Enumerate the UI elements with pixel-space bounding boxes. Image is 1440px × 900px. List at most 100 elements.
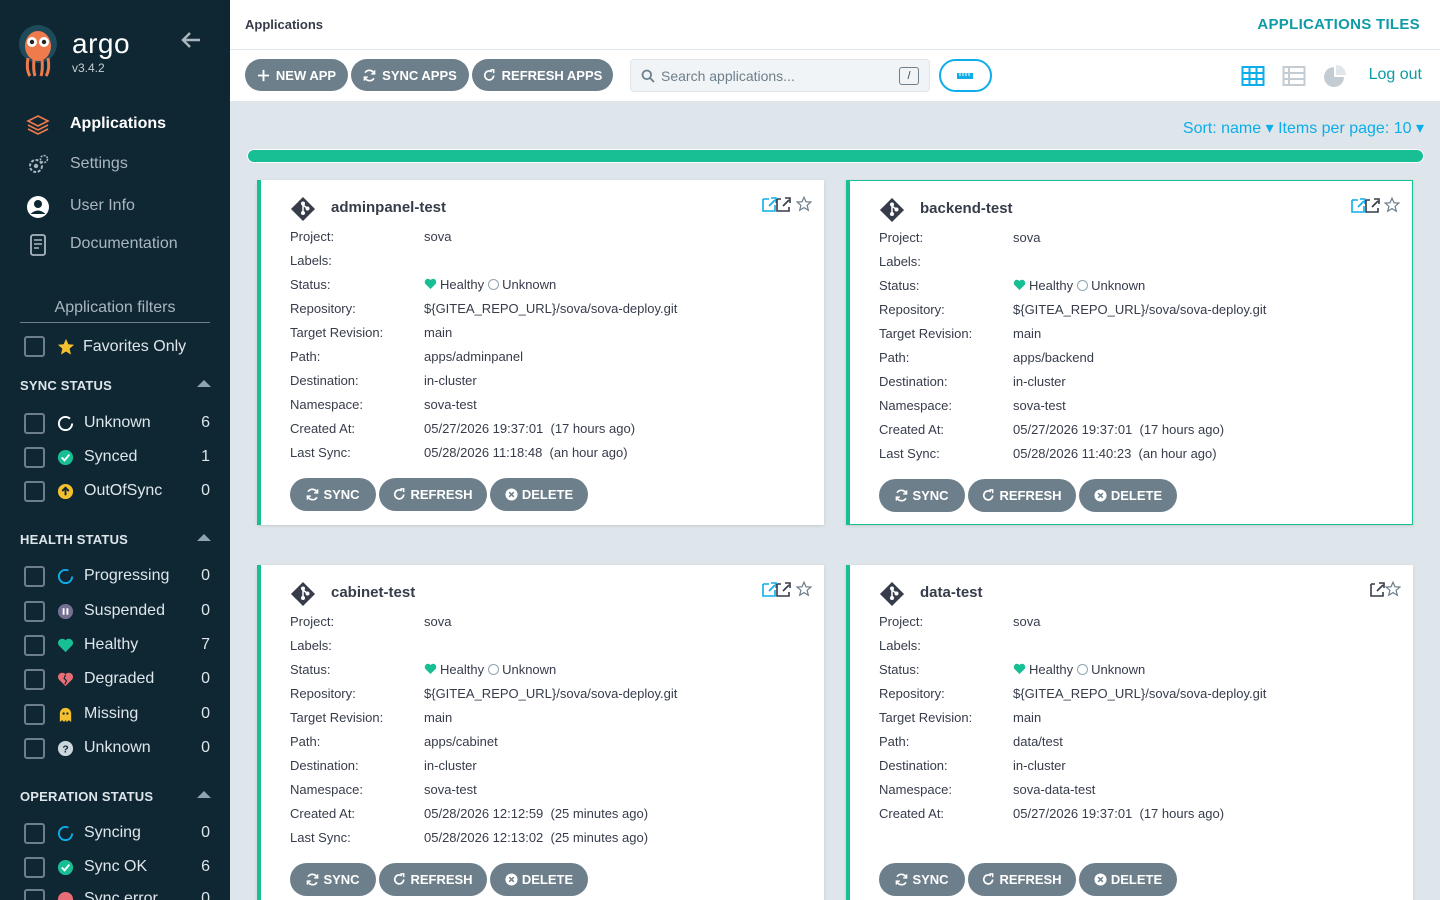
refresh-button[interactable]: REFRESH — [968, 479, 1076, 512]
sync-button[interactable]: SYNC — [879, 863, 965, 896]
filter-checkbox[interactable] — [24, 888, 45, 900]
refresh-button[interactable]: REFRESH — [968, 863, 1076, 896]
app-tile[interactable]: cabinet-test Project: sova Labels: Status: He… — [257, 565, 824, 900]
field-value: 05/27/2026 19:37:01 (17 hours ago) — [424, 421, 636, 436]
filter-checkbox[interactable] — [24, 446, 45, 468]
nav-item-applications[interactable]: Applications — [0, 104, 230, 144]
app-tile[interactable]: adminpanel-test Project: sova Labels: Status… — [257, 180, 824, 525]
field-label: Destination: — [290, 758, 359, 773]
items-per-page-dropdown[interactable]: Items per page: 10 ▾ — [1278, 120, 1424, 137]
app-field-project: Project: sova — [879, 228, 1399, 248]
collapse-sidebar-icon[interactable] — [180, 30, 202, 50]
app-field-target-revision: Target Revision: main — [879, 324, 1399, 344]
field-label: Path: — [879, 350, 910, 365]
field-label: Last Sync: — [290, 830, 351, 845]
sort-dropdown[interactable]: Sort: name ▾ — [1183, 120, 1274, 137]
app-name[interactable]: backend-test — [920, 200, 1013, 217]
filter-checkbox[interactable] — [24, 703, 45, 725]
filter-label: Healthy — [84, 636, 139, 653]
field-value: 05/27/2026 19:37:01 (17 hours ago) — [1013, 806, 1225, 821]
delete-button[interactable]: DELETE — [490, 863, 588, 896]
filter-op-sync-ok[interactable]: Sync OK 6 — [24, 855, 210, 879]
sync-button[interactable]: SYNC — [290, 478, 376, 511]
filter-health-degraded[interactable]: Degraded 0 — [24, 667, 210, 691]
favorite-star-icon[interactable] — [796, 581, 812, 597]
filter-health-progressing[interactable]: Progressing 0 — [24, 564, 210, 588]
search-shortcut-hint: / — [899, 67, 919, 85]
page-title: APPLICATIONS TILES — [1257, 16, 1420, 33]
external-link-icon[interactable] — [761, 196, 791, 214]
app-tile[interactable]: backend-test Project: sova Labels: Status: He… — [846, 180, 1413, 525]
filter-op-sync-error[interactable]: Sync error 0 — [24, 887, 210, 900]
pie-chart-view-icon[interactable] — [1323, 64, 1347, 88]
nav-item-documentation[interactable]: Documentation — [0, 224, 230, 264]
filter-sync-synced[interactable]: Synced 1 — [24, 445, 210, 469]
refresh-apps-button[interactable]: REFRESH APPS — [472, 59, 613, 91]
filter-toggle-button[interactable] — [939, 59, 992, 92]
heart-icon — [424, 278, 437, 290]
sync-button[interactable]: SYNC — [290, 863, 376, 896]
filter-checkbox[interactable] — [24, 737, 45, 759]
new-app-button[interactable]: NEW APP — [245, 59, 348, 91]
app-name[interactable]: cabinet-test — [331, 584, 415, 601]
svg-text:?: ? — [62, 744, 68, 755]
breadcrumb[interactable]: Applications — [245, 17, 323, 32]
health-status-collapse-icon[interactable] — [197, 534, 211, 541]
field-value: Healthy Unknown — [424, 277, 556, 292]
favorite-star-icon[interactable] — [796, 196, 812, 212]
filter-health-suspended[interactable]: Suspended 0 — [24, 599, 210, 623]
filter-checkbox[interactable] — [24, 565, 45, 587]
filter-checkbox[interactable] — [24, 480, 45, 502]
favorite-star-icon[interactable] — [1384, 197, 1400, 213]
filter-checkbox[interactable] — [24, 600, 45, 622]
sync-apps-button[interactable]: SYNC APPS — [351, 59, 469, 91]
app-name[interactable]: adminpanel-test — [331, 199, 446, 216]
filter-count: 7 — [201, 636, 210, 653]
git-icon — [290, 196, 316, 222]
favorites-checkbox[interactable] — [24, 336, 45, 357]
sync-status-collapse-icon[interactable] — [197, 380, 211, 387]
external-link-icon[interactable] — [761, 581, 791, 599]
filter-health-missing[interactable]: Missing 0 — [24, 702, 210, 726]
field-label: Target Revision: — [290, 325, 384, 340]
filter-checkbox[interactable] — [24, 856, 45, 878]
error-circle-icon — [57, 891, 74, 900]
search-input[interactable] — [661, 64, 891, 88]
logout-link[interactable]: Log out — [1369, 66, 1422, 84]
filter-checkbox[interactable] — [24, 412, 45, 434]
operation-status-collapse-icon[interactable] — [197, 791, 211, 798]
ghost-icon — [59, 707, 72, 722]
filter-sync-outofsync[interactable]: OutOfSync 0 — [24, 479, 210, 503]
field-label: Project: — [879, 230, 924, 245]
delete-button[interactable]: DELETE — [1079, 863, 1177, 896]
list-view-icon[interactable] — [1282, 64, 1306, 88]
filter-checkbox[interactable] — [24, 634, 45, 656]
app-tile[interactable]: data-test Project: sova Labels: Status: Healt… — [846, 565, 1413, 900]
external-link-icon[interactable] — [1350, 197, 1380, 215]
delete-button[interactable]: DELETE — [490, 478, 588, 511]
favorite-star-icon[interactable] — [1385, 581, 1401, 597]
app-name[interactable]: data-test — [920, 584, 983, 601]
filter-checkbox[interactable] — [24, 668, 45, 690]
nav-item-settings[interactable]: Settings — [0, 144, 230, 184]
filter-health-healthy[interactable]: Healthy 7 — [24, 633, 210, 657]
refresh-button[interactable]: REFRESH — [379, 478, 487, 511]
tiles-view-icon[interactable] — [1241, 64, 1265, 88]
sync-status-text: Unknown — [1091, 278, 1146, 293]
nav-item-user-info[interactable]: User Info — [0, 186, 230, 226]
app-field-labels: Labels: — [290, 251, 810, 271]
delete-button[interactable]: DELETE — [1079, 479, 1177, 512]
external-link-icon[interactable] — [1355, 581, 1385, 599]
redo-icon — [983, 873, 994, 885]
sync-button[interactable]: SYNC — [879, 479, 965, 512]
filter-count: 0 — [201, 739, 210, 756]
filter-health-unknown[interactable]: ? Unknown 0 — [24, 736, 210, 760]
favorites-filter[interactable]: Favorites Only — [24, 336, 186, 357]
refresh-button[interactable]: REFRESH — [379, 863, 487, 896]
filter-op-syncing[interactable]: Syncing 0 — [24, 821, 210, 845]
filter-checkbox[interactable] — [24, 822, 45, 844]
nav-label: Settings — [70, 155, 128, 172]
heart-icon — [424, 663, 437, 675]
filter-sync-unknown[interactable]: Unknown 6 — [24, 411, 210, 435]
heart-icon — [1013, 663, 1026, 675]
